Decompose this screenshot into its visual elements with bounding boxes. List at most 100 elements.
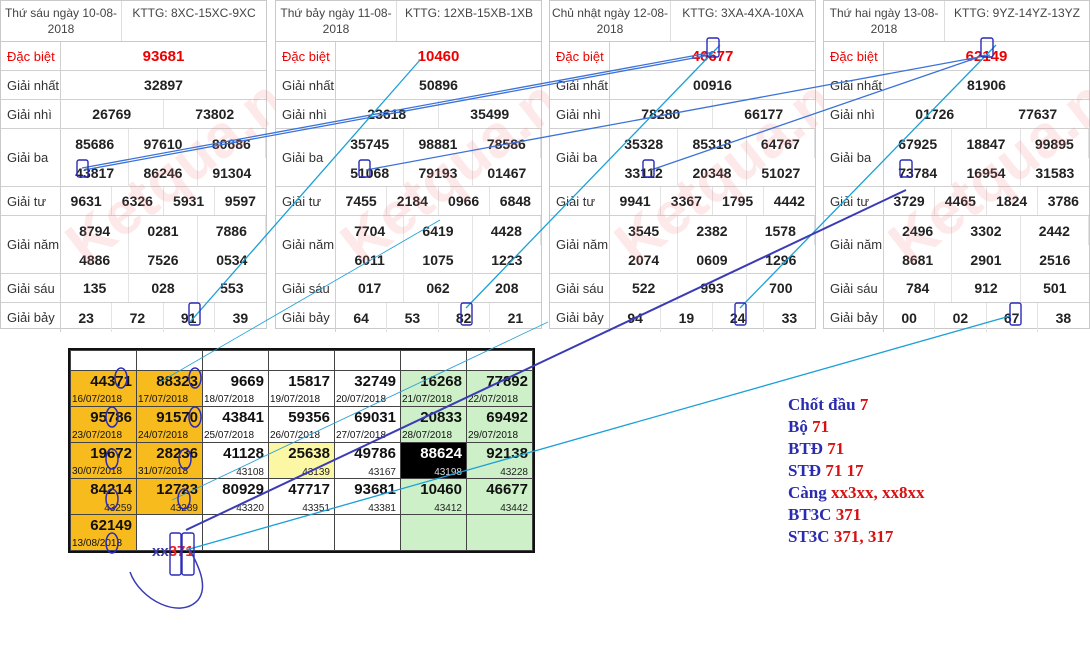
prize-number: 67 — [987, 303, 1038, 332]
prize-number: 4465 — [935, 187, 987, 215]
prize-number: 6011 — [336, 245, 405, 274]
prize-number: 18847 — [952, 129, 1021, 158]
grid-number: 69031 — [354, 409, 396, 426]
prize-number: 1795 — [713, 187, 764, 215]
grid-header-cell — [400, 350, 467, 371]
grid-cell: 20833 28/07/2018 — [400, 406, 467, 443]
prize-number: 35745 — [336, 129, 405, 158]
draw-code: KTTG: 8XC-15XC-9XC — [132, 6, 256, 20]
prize-number: 062 — [404, 274, 473, 302]
summary-value: xx3xx, xx8xx — [830, 483, 925, 502]
prize-row: Giải tư 7455 2184 0966 6848 — [276, 187, 541, 216]
prize-row: Giải tư 9631 6326 5931 9597 — [1, 187, 266, 216]
prize-label: Giải năm — [276, 216, 336, 273]
prize-row: Giải ba 35745 98881 78586 51068 79193 01467 — [276, 129, 541, 187]
grid-cell: 88624 43198 — [400, 442, 467, 479]
prize-number: 10460 — [417, 47, 460, 65]
grid-cell: 69031 27/07/2018 — [334, 406, 401, 443]
prize-number: 0966 — [439, 187, 490, 215]
prize-number: 4886 — [61, 245, 130, 274]
summary-value: 371, 317 — [833, 527, 894, 546]
prize-number: 0609 — [678, 245, 747, 274]
prize-row: Giải nhì 01726 77637 — [824, 100, 1089, 129]
prize-label: Đặc biệt — [1, 42, 61, 70]
statistics-grid: 44371 16/07/2018 88323 17/07/2018 9669 18/07/… — [68, 348, 535, 553]
prize-label: Giải năm — [1, 216, 61, 273]
prize-label: Giải nhất — [824, 71, 884, 99]
prize-number: 78586 — [473, 129, 541, 158]
grid-cell: 69492 29/07/2018 — [466, 406, 533, 443]
prize-number: 522 — [610, 274, 679, 302]
prize-row: Giải ba 85686 97610 80686 43817 86246 91304 — [1, 129, 266, 187]
prize-number: 7526 — [129, 245, 198, 274]
grid-number: 88323 — [156, 373, 198, 390]
summary-key: BT3C — [788, 505, 836, 524]
prize-number: 3729 — [884, 187, 936, 215]
grid-date: 27/07/2018 — [336, 430, 387, 441]
grid-number: 59356 — [288, 409, 330, 426]
prize-number: 700 — [769, 280, 793, 296]
prize-number: 6326 — [112, 187, 164, 215]
grid-cell — [268, 514, 335, 551]
prediction-summary: Chốt đầu 7 Bộ 71 BTĐ 71 STĐ 71 17 Càng xx3xx… — [788, 394, 924, 548]
prize-label: Giải ba — [276, 129, 336, 186]
prize-row: Giải nhất 81906 — [824, 71, 1089, 100]
prize-number: 26769 — [61, 100, 164, 128]
draw-code: KTTG: 12XB-15XB-1XB — [404, 6, 534, 20]
prize-label: Giải tư — [824, 187, 884, 215]
table-header: Thứ hai ngày 13-08-2018 KTTG: 9YZ-14YZ-13… — [824, 1, 1089, 42]
prize-label: Giải bảy — [276, 303, 336, 332]
prize-number: 73802 — [195, 106, 235, 122]
prize-label: Giải bảy — [550, 303, 610, 332]
prize-number: 028 — [129, 274, 198, 302]
prize-number: 3786 — [1047, 193, 1079, 209]
prize-number: 31583 — [1035, 164, 1075, 181]
grid-cell: 84214 43259 — [70, 478, 137, 515]
prize-number: 78280 — [610, 100, 713, 128]
prize-number: 94 — [610, 303, 662, 332]
grid-number: 44371 — [90, 373, 132, 390]
grid-number: 62149 — [90, 517, 132, 534]
grid-number: 88624 — [420, 445, 462, 462]
prize-row: Giải năm 8794 0281 7886 4886 7526 0534 — [1, 216, 266, 274]
prize-number: 72 — [112, 303, 164, 332]
grid-number: 20833 — [420, 409, 462, 426]
prize-label: Giải ba — [824, 129, 884, 186]
prize-row: Giải năm 7704 6419 4428 6011 1075 1223 — [276, 216, 541, 274]
prize-number: 23618 — [336, 100, 439, 128]
prize-number: 32897 — [144, 77, 183, 93]
grid-header-cell — [202, 350, 269, 371]
grid-code: 43412 — [434, 503, 462, 514]
grid-cell: 32749 20/07/2018 — [334, 370, 401, 407]
grid-date: 13/08/2018 — [72, 538, 123, 549]
prize-number: 912 — [952, 274, 1021, 302]
prize-number: 9597 — [224, 193, 256, 209]
grid-cell: 10460 43412 — [400, 478, 467, 515]
prize-number: 7455 — [336, 187, 388, 215]
prize-label: Giải bảy — [1, 303, 61, 332]
prize-label: Giải sáu — [1, 274, 61, 302]
prize-number: 7704 — [336, 216, 405, 245]
prize-label: Giải nhất — [1, 71, 61, 99]
prize-number: 64 — [336, 303, 388, 332]
prize-row: Giải nhì 78280 66177 — [550, 100, 815, 129]
prize-number: 1578 — [747, 216, 815, 245]
prize-number: 16954 — [952, 158, 1021, 187]
prize-label: Giải ba — [550, 129, 610, 186]
prize-label: Giải bảy — [824, 303, 884, 332]
grid-cell: 95786 23/07/2018 — [70, 406, 137, 443]
grid-number: 43841 — [222, 409, 264, 426]
grid-date: 24/07/2018 — [138, 430, 189, 441]
grid-cell: 91570 24/07/2018 — [136, 406, 203, 443]
prize-label: Giải nhất — [550, 71, 610, 99]
grid-cell: 80929 43320 — [202, 478, 269, 515]
summary-line: BT3C 371 — [788, 504, 924, 526]
prize-label: Giải sáu — [824, 274, 884, 302]
prize-number: 2901 — [952, 245, 1021, 274]
prize-number: 33112 — [610, 158, 679, 187]
summary-line: BTĐ 71 — [788, 438, 924, 460]
prize-number: 80686 — [198, 129, 266, 158]
prize-number: 24 — [713, 303, 764, 332]
prize-number: 2442 — [1021, 216, 1089, 245]
summary-key: Càng — [788, 483, 831, 502]
